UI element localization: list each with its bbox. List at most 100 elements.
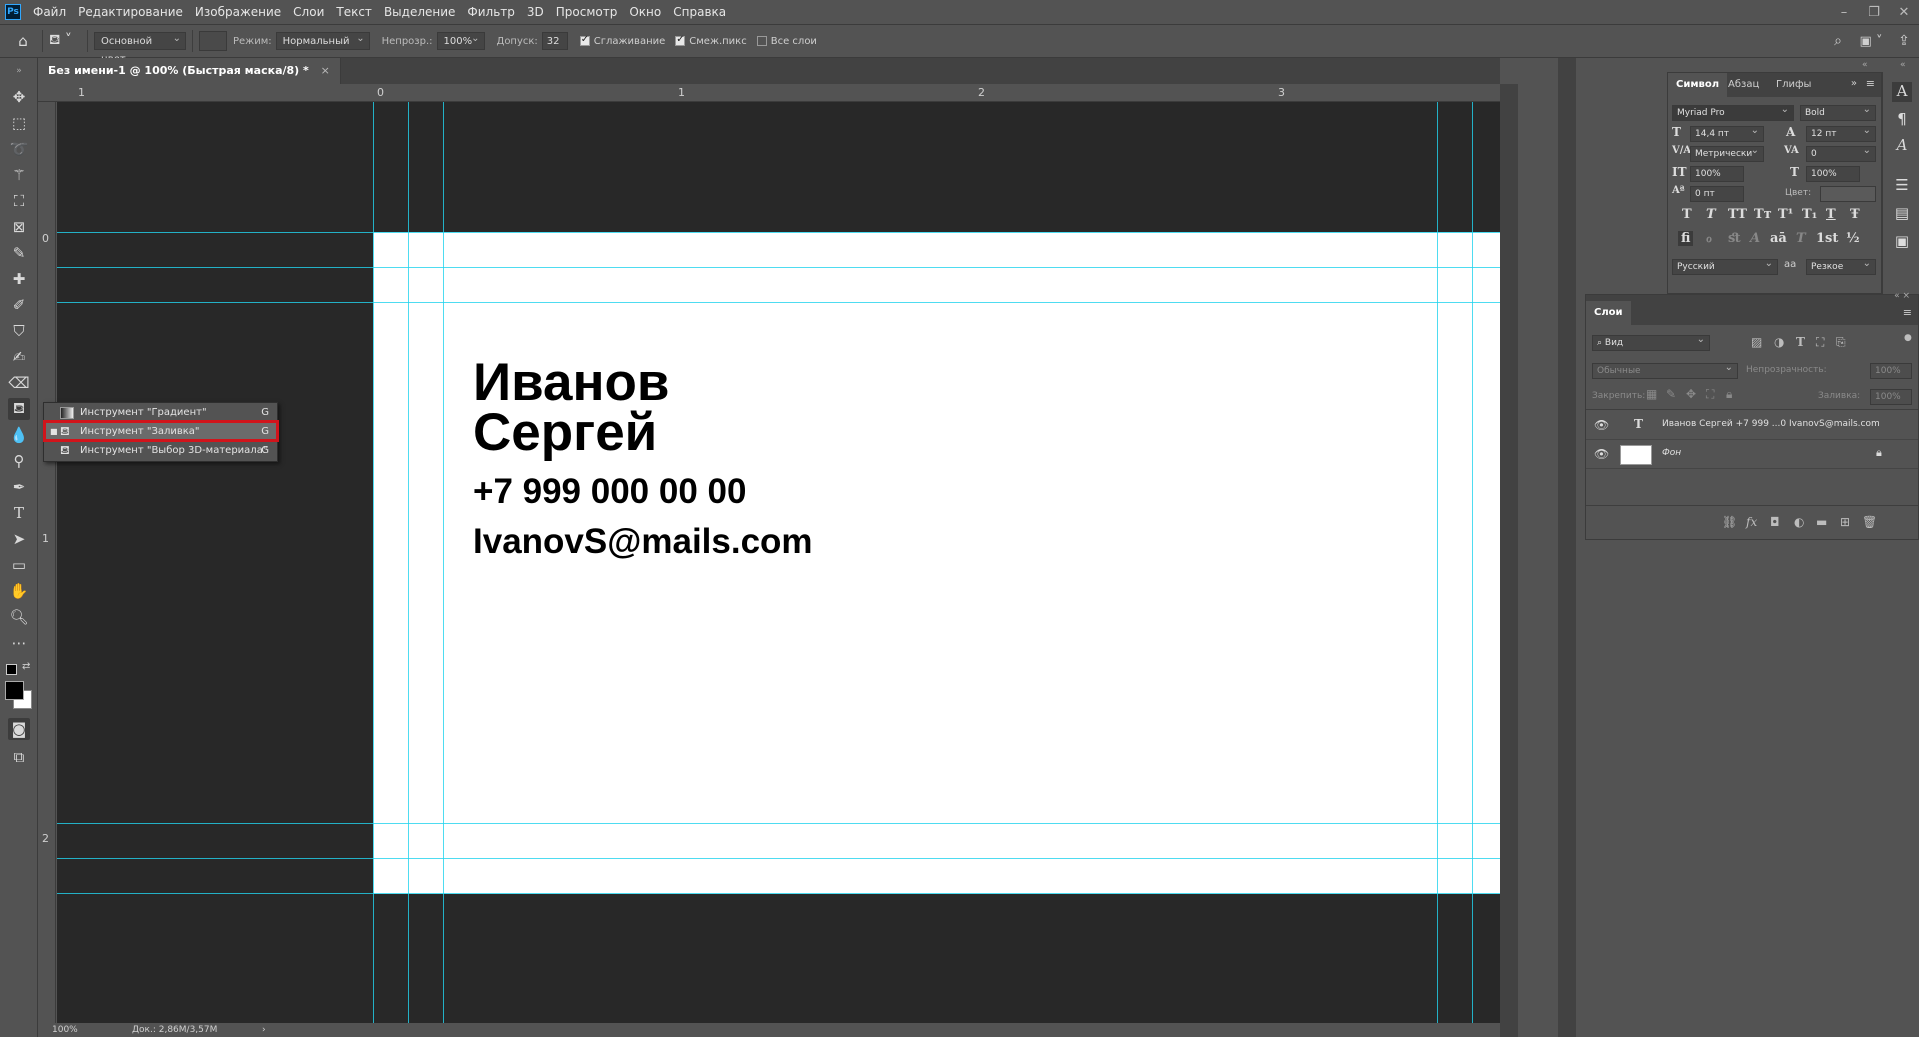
filter-shape-icon[interactable]: ⛶ bbox=[1816, 335, 1824, 350]
stylistic-alternates-button[interactable]: aā bbox=[1770, 231, 1787, 246]
text-color-swatch[interactable] bbox=[1820, 186, 1876, 202]
layer-row-text[interactable]: 👁︎ T Иванов Сергей +7 999 ...0 IvanovS@m… bbox=[1586, 411, 1918, 440]
guide-horizontal[interactable] bbox=[57, 893, 1500, 894]
guide-vertical[interactable] bbox=[443, 102, 444, 1023]
history-brush-tool-icon[interactable]: ✍ bbox=[8, 346, 30, 368]
filter-type-icon[interactable]: T bbox=[1796, 335, 1805, 349]
flyout-item-3d-material[interactable]: ⛾ Инструмент "Выбор 3D-материала" G bbox=[44, 441, 277, 460]
contiguous-checkbox[interactable] bbox=[675, 34, 686, 46]
guide-horizontal[interactable] bbox=[57, 232, 1500, 233]
filter-toggle-icon[interactable]: ● bbox=[1904, 333, 1912, 343]
font-style-dropdown[interactable]: Bold bbox=[1800, 102, 1876, 121]
faux-italic-button[interactable]: T bbox=[1706, 207, 1716, 222]
close-window-icon[interactable]: ✕ bbox=[1889, 5, 1919, 20]
layer-style-fx-icon[interactable]: fx bbox=[1746, 515, 1757, 529]
lock-all-icon[interactable]: 🔒︎ bbox=[1726, 387, 1732, 402]
superscript-button[interactable]: T¹ bbox=[1778, 207, 1793, 222]
restore-icon[interactable]: ❐ bbox=[1859, 5, 1889, 20]
document-tab[interactable]: Без имени-1 @ 100% (Быстрая маска/8) * × bbox=[38, 58, 341, 84]
search-icon[interactable]: ⌕ bbox=[1823, 33, 1853, 49]
antialias-checkbox[interactable] bbox=[579, 34, 590, 46]
screen-mode-icon[interactable]: ⧉ bbox=[8, 746, 30, 768]
business-card-canvas[interactable]: Иванов Сергей +7 999 000 00 00 IvanovS@m… bbox=[373, 232, 1500, 894]
guide-horizontal[interactable] bbox=[57, 267, 1500, 268]
crop-tool-icon[interactable]: ⛶ bbox=[8, 190, 30, 212]
status-zoom[interactable]: 100% bbox=[52, 1023, 78, 1037]
menu-layers[interactable]: Слои bbox=[287, 0, 330, 24]
dodge-tool-icon[interactable]: ⚲ bbox=[8, 450, 30, 472]
new-layer-icon[interactable]: ⊞ bbox=[1840, 515, 1850, 529]
guide-horizontal[interactable] bbox=[57, 302, 1500, 303]
leading-field[interactable]: 12 пт bbox=[1806, 123, 1876, 142]
guide-vertical[interactable] bbox=[1437, 102, 1438, 1023]
filter-adjustment-icon[interactable]: ◑ bbox=[1774, 335, 1784, 349]
swash-button[interactable]: A bbox=[1750, 231, 1760, 246]
foreground-color-swatch[interactable] bbox=[5, 681, 24, 700]
link-layers-icon[interactable]: ⛓ bbox=[1722, 515, 1737, 529]
eraser-tool-icon[interactable]: ⌫ bbox=[8, 372, 30, 394]
visibility-eye-icon[interactable]: 👁︎ bbox=[1594, 418, 1609, 432]
language-dropdown[interactable]: Русский bbox=[1672, 256, 1778, 275]
tab-character[interactable]: Символ bbox=[1668, 73, 1728, 97]
path-selection-tool-icon[interactable]: ➤ bbox=[8, 528, 30, 550]
lock-pixels-icon[interactable]: ✎ bbox=[1666, 387, 1676, 401]
default-colors-icon[interactable] bbox=[6, 664, 17, 675]
collapse-toolbox-icon[interactable]: » bbox=[8, 60, 30, 82]
workspace-icon[interactable]: ▣ ˅ bbox=[1853, 34, 1889, 49]
subscript-button[interactable]: T₁ bbox=[1802, 207, 1817, 222]
paragraph-panel-icon[interactable]: ¶ bbox=[1892, 110, 1912, 130]
tracking-field[interactable]: 0 bbox=[1806, 143, 1876, 162]
ligatures-button[interactable]: fi bbox=[1678, 231, 1694, 246]
pen-tool-icon[interactable]: ✒ bbox=[8, 476, 30, 498]
layer-opacity-field[interactable]: 100% bbox=[1870, 363, 1912, 379]
eyedropper-tool-icon[interactable]: ✎ bbox=[8, 242, 30, 264]
blend-mode-dropdown[interactable]: Обычные bbox=[1592, 360, 1738, 379]
lasso-tool-icon[interactable]: ➰ bbox=[8, 138, 30, 160]
rectangle-tool-icon[interactable]: ▭ bbox=[8, 554, 30, 576]
guide-horizontal[interactable] bbox=[57, 823, 1500, 824]
menu-help[interactable]: Справка bbox=[667, 0, 732, 24]
layer-fill-field[interactable]: 100% bbox=[1870, 389, 1912, 405]
clone-stamp-tool-icon[interactable]: ⛉ bbox=[8, 320, 30, 342]
pattern-swatch[interactable] bbox=[199, 31, 227, 51]
new-group-icon[interactable]: ▬ bbox=[1816, 515, 1827, 529]
share-icon[interactable]: ⇪ bbox=[1889, 33, 1919, 49]
tab-paragraph[interactable]: Абзац bbox=[1720, 73, 1767, 97]
filter-pixel-icon[interactable]: ▨ bbox=[1751, 335, 1762, 349]
opacity-field[interactable]: 100% bbox=[436, 30, 485, 50]
panel-close-icon[interactable]: « × bbox=[1894, 291, 1910, 301]
layers-panel-menu-icon[interactable]: ≡ bbox=[1903, 306, 1912, 319]
faux-bold-button[interactable]: T bbox=[1682, 207, 1692, 222]
libraries-panel-icon[interactable]: ▤ bbox=[1892, 204, 1912, 224]
horizontal-ruler[interactable]: 1 0 1 2 3 4 bbox=[38, 84, 1500, 102]
vertical-scrollbar[interactable] bbox=[1500, 84, 1518, 1037]
menu-file[interactable]: Файл bbox=[27, 0, 72, 24]
vertical-ruler[interactable]: 0 1 2 bbox=[38, 102, 56, 1023]
character-panel-icon[interactable]: A bbox=[1892, 82, 1912, 102]
menu-filter[interactable]: Фильтр bbox=[461, 0, 520, 24]
canvas-area[interactable]: Иванов Сергей +7 999 000 00 00 IvanovS@m… bbox=[57, 102, 1500, 1023]
baseline-shift-field[interactable]: 0 пт bbox=[1690, 186, 1744, 202]
layer-name[interactable]: Фон bbox=[1662, 448, 1681, 458]
ordinals-button[interactable]: 1st bbox=[1816, 231, 1838, 246]
guide-vertical[interactable] bbox=[408, 102, 409, 1023]
type-tool-icon[interactable]: T bbox=[8, 502, 30, 524]
strikethrough-button[interactable]: Ŧ bbox=[1850, 207, 1860, 222]
tolerance-field[interactable]: 32 bbox=[541, 32, 568, 50]
visibility-eye-icon[interactable]: 👁︎ bbox=[1594, 447, 1609, 461]
vertical-scale-field[interactable]: 100% bbox=[1690, 166, 1744, 182]
small-caps-button[interactable]: Tт bbox=[1754, 207, 1772, 222]
blend-mode-dropdown[interactable]: Нормальный bbox=[275, 30, 370, 50]
collapse-panels-icon[interactable]: « bbox=[1862, 60, 1868, 70]
quick-mask-icon[interactable]: ◙ bbox=[8, 718, 30, 740]
guide-vertical[interactable] bbox=[1472, 102, 1473, 1023]
dock-scrollbar[interactable] bbox=[1558, 58, 1576, 1037]
menu-window[interactable]: Окно bbox=[623, 0, 667, 24]
underline-button[interactable]: T bbox=[1826, 207, 1836, 222]
contextual-alternates-button[interactable]: ℴ bbox=[1706, 231, 1712, 246]
kerning-dropdown[interactable]: Метрически bbox=[1690, 143, 1764, 162]
healing-brush-tool-icon[interactable]: ✚ bbox=[8, 268, 30, 290]
add-mask-icon[interactable]: ◘ bbox=[1770, 515, 1780, 529]
titling-alternates-button[interactable]: T bbox=[1796, 231, 1806, 246]
menu-edit[interactable]: Редактирование bbox=[72, 0, 189, 24]
